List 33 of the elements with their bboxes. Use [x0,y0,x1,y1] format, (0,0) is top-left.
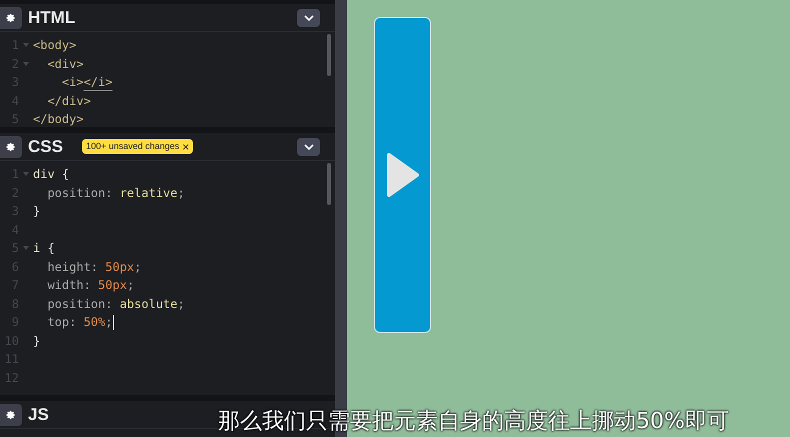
badge-label: 100+ unsaved changes [86,140,180,153]
code-line: } [33,203,40,220]
settings-icon [6,12,16,22]
chevron-down-icon [304,144,314,150]
code-line: position: absolute; [46,296,185,312]
editor-title: HTML [28,6,76,29]
code-line: } [33,332,40,350]
code-line: top: 50%; [46,314,112,331]
code-line: i { [33,240,55,257]
settings-icon [6,410,16,420]
code-line: height: 50px; [46,258,142,276]
badge-close[interactable]: × [182,140,190,152]
unsaved-changes-badge[interactable]: 100+ unsaved changes × [82,139,194,154]
code-line: div { [33,166,70,183]
code-line: position: relative; [46,184,185,202]
settings-button[interactable] [0,6,22,28]
code-line: <i></i> [60,74,112,91]
settings-button[interactable] [0,136,22,158]
code-line: </body> [33,111,84,127]
chevron-down-icon [304,14,314,20]
scrollbar [327,34,331,76]
editor-title: CSS [28,136,63,158]
editor-title: JS [28,404,49,426]
code-line: width: 50px; [46,277,134,294]
code-line: <body> [33,37,76,54]
settings-icon [6,142,16,152]
scrollbar [327,163,331,205]
collapse-button[interactable] [297,138,320,156]
play-icon[interactable] [386,152,420,198]
code-line: <div> [46,56,84,72]
settings-button[interactable] [0,404,22,426]
code-line: </div> [46,92,91,110]
collapse-button[interactable] [297,8,320,26]
